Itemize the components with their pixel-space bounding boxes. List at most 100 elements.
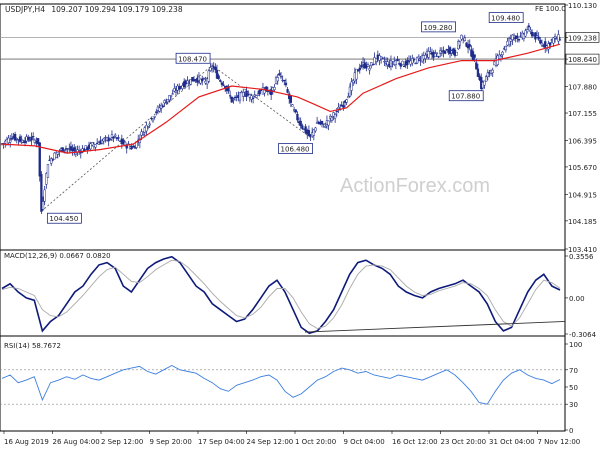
candle-body xyxy=(158,107,161,112)
x-tick-label: 17 Sep 04:00 xyxy=(198,438,245,446)
price-annotation-label: 104.450 xyxy=(49,215,78,223)
candle-body xyxy=(222,84,225,86)
candle-body xyxy=(412,59,416,61)
candle-body xyxy=(443,51,447,54)
candle-body xyxy=(141,134,145,136)
candle-body xyxy=(475,62,478,70)
candle-body xyxy=(18,136,22,142)
candle-body xyxy=(161,105,164,107)
candle-body xyxy=(171,93,174,95)
candle-body xyxy=(322,123,325,125)
candle-body xyxy=(401,60,404,65)
candle-body xyxy=(32,136,35,138)
candle-body xyxy=(15,138,18,140)
candle-body xyxy=(440,52,443,54)
candle-body xyxy=(123,141,127,146)
rsi-tick-label: 100 xyxy=(569,341,582,349)
candle-body xyxy=(291,104,294,107)
price-annotation-label: 106.480 xyxy=(281,146,310,154)
candle-body xyxy=(435,52,439,54)
rsi-tick-label: 70 xyxy=(569,367,578,375)
rsi-panel xyxy=(0,335,566,432)
macd-trendline xyxy=(304,321,566,333)
rsi-title: RSI(14) 58.7672 xyxy=(4,342,61,350)
candle-body xyxy=(214,66,217,71)
ohlc-label: 109.207 109.294 109.179 109.238 xyxy=(51,5,182,14)
candle-body xyxy=(381,57,384,59)
candle-body xyxy=(491,69,494,73)
candle-body xyxy=(517,38,521,41)
candle-body xyxy=(358,67,361,71)
candle-body xyxy=(455,51,458,56)
candle-body xyxy=(437,56,440,58)
candle-body xyxy=(217,75,220,80)
trend-line-2 xyxy=(211,64,311,138)
candle-body xyxy=(552,37,555,44)
candle-body xyxy=(327,120,330,126)
candle-body xyxy=(30,136,33,141)
price-annotation-label: 108.470 xyxy=(178,55,207,63)
candle-body xyxy=(169,95,173,97)
candle-body xyxy=(360,65,363,68)
candle-body xyxy=(324,126,327,128)
candle-body xyxy=(132,145,135,148)
candle-body xyxy=(468,44,471,47)
candle-body xyxy=(296,113,299,121)
trend-line-1 xyxy=(41,64,213,212)
candle-body xyxy=(63,149,66,151)
candle-body xyxy=(28,140,32,142)
price-tick-label: 106.395 xyxy=(568,138,597,146)
candle-body xyxy=(73,147,76,152)
candle-body xyxy=(174,90,178,93)
candle-body xyxy=(549,42,552,46)
candle-body xyxy=(186,80,189,84)
candle-body xyxy=(414,63,417,65)
candle-body xyxy=(46,164,50,178)
candle-body xyxy=(434,53,437,58)
macd-title: MACD(12,26,9) 0.0667 0.0820 xyxy=(4,252,111,260)
x-tick-label: 26 Aug 04:00 xyxy=(53,438,100,446)
candle-body xyxy=(77,150,81,152)
price-annotation-label: 107.880 xyxy=(451,93,480,101)
price-tick-label: 109.238 xyxy=(568,34,597,42)
candle-body xyxy=(537,36,540,40)
candle-body xyxy=(350,81,353,91)
candle-body xyxy=(145,125,148,132)
candle-body xyxy=(417,56,421,59)
candle-body xyxy=(27,137,30,140)
candle-body xyxy=(394,60,398,65)
candle-body xyxy=(286,89,289,93)
rsi-line xyxy=(1,364,561,405)
candle-body xyxy=(232,98,235,100)
candle-body xyxy=(228,95,232,97)
x-tick-label: 31 Oct 04:00 xyxy=(489,438,535,446)
price-annotation-label: 109.480 xyxy=(491,15,520,23)
candle-body xyxy=(43,189,46,202)
candle-body xyxy=(334,113,337,119)
candle-body xyxy=(370,62,373,67)
candle-body xyxy=(207,70,210,82)
symbol-label: USDJPY,H4 xyxy=(5,5,45,14)
axis-layer: 110.130 109.238 108.640 107.880 107.155 106.3… xyxy=(3,2,600,446)
candle-body xyxy=(483,80,486,86)
candle-body xyxy=(402,65,406,68)
candle-body xyxy=(117,137,120,139)
candle-body xyxy=(41,201,45,210)
x-tick-label: 9 Sep 20:00 xyxy=(150,438,192,446)
candle-body xyxy=(251,97,255,99)
candle-body xyxy=(112,136,115,139)
candle-body xyxy=(411,58,414,64)
price-tick-label: 107.880 xyxy=(568,84,597,92)
price-panel xyxy=(0,3,566,251)
candle-body xyxy=(219,80,222,82)
candle-body xyxy=(133,147,137,149)
candle-body xyxy=(504,45,507,51)
price-tick-label: 108.640 xyxy=(568,56,597,64)
candle-body xyxy=(202,78,206,80)
chart-canvas: USDJPY,H4 109.207 109.294 109.179 109.23… xyxy=(0,2,600,446)
x-tick-label: 9 Oct 04:00 xyxy=(344,438,385,446)
macd-tick-label: 0.3556 xyxy=(569,253,594,261)
rsi-tick-label: 50 xyxy=(569,384,578,392)
macd-tick-label: 0.00 xyxy=(569,295,585,303)
x-tick-label: 7 Nov 12:00 xyxy=(538,438,581,446)
